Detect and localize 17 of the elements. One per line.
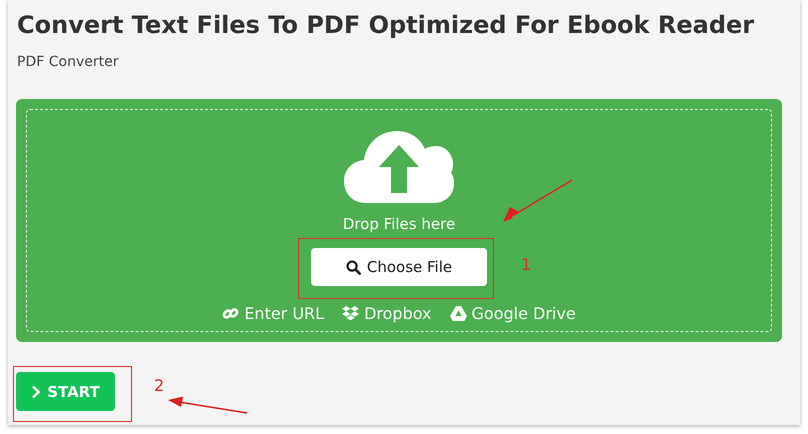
choose-file-button[interactable]: Choose File [311,248,487,286]
drive-icon [450,306,467,321]
link-source-link[interactable]: Enter URL [222,304,324,323]
step-number: 1 [521,255,532,274]
pointer-arrow [502,179,574,223]
cloud-upload-icon [344,129,454,205]
page-subtitle: PDF Converter [17,54,120,70]
drop-prompt: Drop Files here [342,215,456,233]
step-number: 2 [154,376,164,395]
search-icon [346,260,361,274]
page-title: Convert Text Files To PDF Optimized For Ebook Reader [17,10,756,41]
link-icon [222,305,240,322]
dropbox-icon [342,306,360,322]
dropbox-source-link[interactable]: Dropbox [342,304,432,323]
start-button[interactable]: START [16,372,115,411]
drive-source-link[interactable]: Google Drive [450,304,576,323]
chevron-right-icon [31,384,42,398]
